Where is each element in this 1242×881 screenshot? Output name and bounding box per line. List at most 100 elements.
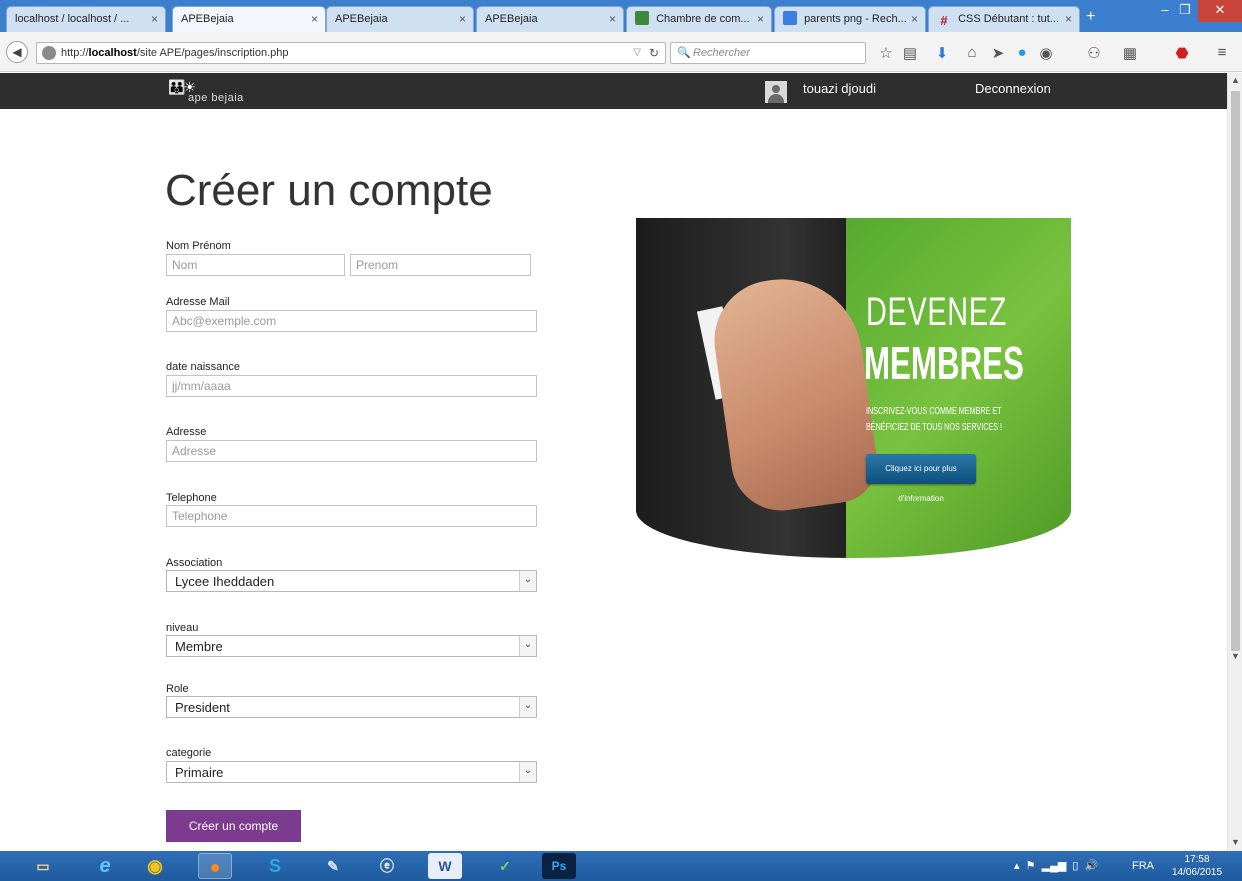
firefox-icon[interactable]: ● — [198, 853, 232, 879]
chevron-down-icon[interactable]: ⌄ — [519, 762, 536, 782]
scroll-mid-icon[interactable]: ▼ — [1228, 651, 1242, 661]
notepad-icon[interactable]: ✓ — [488, 853, 522, 879]
role-select[interactable]: President ⌄ — [166, 696, 537, 718]
page-scrollbar[interactable]: ▲ ▼ ▼ — [1227, 73, 1242, 851]
hash-favicon-icon: # — [940, 13, 948, 28]
tab-label: APEBejaia — [485, 13, 538, 25]
adblock-icon[interactable]: ⬣ — [1172, 44, 1192, 62]
email-input[interactable] — [166, 310, 537, 332]
promo-cta-button[interactable]: Cliquez ici pour plus d'information — [866, 454, 976, 503]
browser-tab-strip: localhost / localhost / ... × APEBejaia … — [0, 0, 1242, 33]
address-label: Adresse — [166, 426, 207, 438]
tab-close-icon[interactable]: × — [459, 7, 466, 31]
clipboard-icon[interactable]: ▦ — [1120, 44, 1140, 62]
categorie-value: Primaire — [175, 765, 224, 780]
chrome-icon[interactable]: ◉ — [138, 853, 172, 879]
bookmarks-list-icon[interactable]: ▤ — [900, 44, 920, 62]
language-indicator[interactable]: FRA — [1132, 860, 1154, 872]
tab-close-icon[interactable]: × — [151, 7, 158, 31]
skype-taskbar-icon[interactable]: S — [258, 853, 292, 879]
tab-label: parents png - Rech... — [804, 13, 907, 25]
scroll-down-icon[interactable]: ▼ — [1228, 837, 1242, 847]
history-dropdown-icon[interactable]: ▽ — [633, 47, 641, 58]
logout-link[interactable]: Deconnexion — [975, 81, 1051, 96]
system-tray-icons[interactable]: ▴ ⚑ ▂▄▆ ▯ 🔊 — [1014, 859, 1098, 872]
file-explorer-icon[interactable]: ▭ — [26, 853, 60, 879]
association-select[interactable]: Lycee Iheddaden ⌄ — [166, 570, 537, 592]
promo-heading-line1: DEVENEZ — [866, 290, 1008, 334]
niveau-value: Membre — [175, 639, 223, 654]
tab-close-icon[interactable]: × — [1065, 7, 1072, 31]
send-icon[interactable]: ➤ — [988, 44, 1008, 62]
user-body-icon — [768, 94, 784, 103]
niveau-label: niveau — [166, 622, 199, 634]
internet-explorer-icon[interactable]: e — [88, 853, 122, 879]
menu-icon[interactable]: ≡ — [1212, 44, 1232, 61]
chat-icon[interactable]: ◉ — [1036, 44, 1056, 62]
tab-apebejaia-3[interactable]: APEBejaia × — [476, 6, 624, 32]
clock-time: 17:58 — [1184, 854, 1210, 865]
categorie-label: categorie — [166, 747, 212, 759]
chevron-down-icon[interactable]: ⌄ — [519, 636, 536, 656]
categorie-select[interactable]: Primaire ⌄ — [166, 761, 537, 783]
tab-phpmyadmin[interactable]: localhost / localhost / ... × — [6, 6, 166, 32]
role-value: President — [175, 700, 230, 715]
tab-chambre-commerce[interactable]: Chambre de com... × — [626, 6, 772, 32]
scroll-up-icon[interactable]: ▲ — [1228, 75, 1242, 85]
paint-brush-icon[interactable]: ✎ — [316, 853, 350, 879]
nom-prenom-label: Nom Prénom — [166, 240, 231, 252]
tab-close-icon[interactable]: × — [311, 7, 318, 31]
windows-taskbar: ▭ e ◉ ● S ✎ ⓔ W ✓ Ps ▴ ⚑ ▂▄▆ ▯ 🔊 FRA 17:… — [0, 851, 1242, 881]
system-clock[interactable]: 17:58 14/06/2015 — [1172, 853, 1222, 879]
tab-apebejaia-2[interactable]: APEBejaia × — [326, 6, 474, 32]
user-head-icon — [772, 85, 780, 93]
address-url: http://localhost/site APE/pages/inscript… — [61, 47, 289, 59]
tab-label: CSS Débutant : tut... — [958, 13, 1059, 25]
tab-close-icon[interactable]: × — [757, 7, 764, 31]
nom-input[interactable] — [166, 254, 345, 276]
phone-input[interactable] — [166, 505, 537, 527]
tab-google-search[interactable]: parents png - Rech... × — [774, 6, 926, 32]
scroll-thumb[interactable] — [1231, 91, 1240, 651]
chevron-down-icon[interactable]: ⌄ — [519, 571, 536, 591]
tab-close-icon[interactable]: × — [911, 7, 918, 31]
birthdate-input[interactable] — [166, 375, 537, 397]
site-logo[interactable]: 👪 ☀ ape bejaia — [168, 75, 278, 107]
create-account-button[interactable]: Créer un compte — [166, 810, 301, 842]
back-button[interactable]: ◀ — [6, 41, 28, 63]
maximize-button[interactable]: ❐ — [1170, 0, 1200, 22]
bookmark-star-icon[interactable]: ☆ — [876, 44, 896, 62]
chevron-down-icon[interactable]: ⌄ — [519, 697, 536, 717]
word-icon[interactable]: W — [428, 853, 462, 879]
photoshop-icon[interactable]: Ps — [542, 853, 576, 879]
search-icon: 🔍 — [677, 47, 691, 59]
window-close-button[interactable]: ✕ — [1198, 0, 1242, 22]
skype-icon[interactable]: ● — [1012, 44, 1032, 61]
birthdate-label: date naissance — [166, 361, 240, 373]
promo-heading-line2: MEMBRES — [864, 337, 1024, 389]
home-icon[interactable]: ⌂ — [962, 44, 982, 61]
site-favicon-icon — [635, 11, 649, 25]
role-label: Role — [166, 683, 189, 695]
extension-icon[interactable]: ⚇ — [1084, 44, 1104, 62]
prenom-input[interactable] — [350, 254, 531, 276]
clock-date: 14/06/2015 — [1172, 867, 1223, 878]
address-bar[interactable]: http://localhost/site APE/pages/inscript… — [36, 42, 666, 64]
site-header: 👪 ☀ ape bejaia touazi djoudi Deconnexion — [0, 73, 1227, 109]
search-box[interactable]: 🔍 Rechercher — [670, 42, 866, 64]
tab-close-icon[interactable]: × — [609, 7, 616, 31]
promo-banner: DEVENEZ MEMBRES INSCRIVEZ-VOUS COMME MEM… — [636, 218, 1071, 558]
easyphp-icon[interactable]: ⓔ — [370, 853, 404, 879]
user-avatar[interactable] — [765, 81, 787, 103]
new-tab-button[interactable]: + — [1086, 8, 1095, 26]
username-link[interactable]: touazi djoudi — [803, 81, 876, 96]
globe-icon — [42, 46, 56, 60]
page-title: Créer un compte — [165, 166, 493, 215]
niveau-select[interactable]: Membre ⌄ — [166, 635, 537, 657]
tab-css-tutorial[interactable]: # CSS Débutant : tut... × — [928, 6, 1080, 32]
association-value: Lycee Iheddaden — [175, 574, 275, 589]
reload-icon[interactable]: ↻ — [649, 46, 659, 60]
tab-apebejaia-active[interactable]: APEBejaia × — [172, 6, 326, 33]
address-input[interactable] — [166, 440, 537, 462]
download-icon[interactable]: ⬇ — [932, 44, 952, 62]
